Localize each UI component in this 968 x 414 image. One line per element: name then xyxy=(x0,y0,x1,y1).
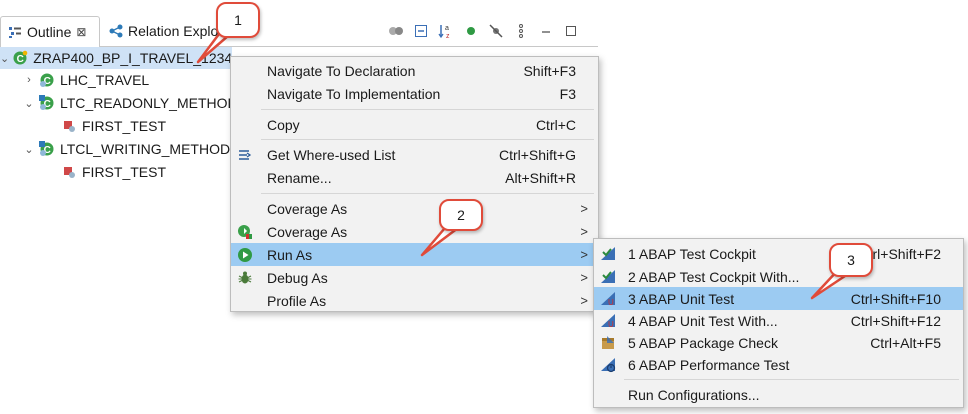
link-icon[interactable] xyxy=(387,22,405,40)
tree-row-first-test-2[interactable]: FIRST_TEST xyxy=(44,161,166,183)
run-icon xyxy=(237,247,253,263)
outline-icon xyxy=(7,24,23,40)
callout-3: 3 xyxy=(829,243,873,277)
hide-fields-icon[interactable] xyxy=(487,22,505,40)
chevron-down-icon[interactable]: ⌄ xyxy=(22,97,36,110)
sort-az-icon[interactable]: az xyxy=(437,22,455,40)
filter-dot-icon[interactable] xyxy=(462,22,480,40)
chevron-right-icon: > xyxy=(580,247,588,262)
tree-row-ltcl-writing[interactable]: ⌄ C LTCL_WRITING_METHODS xyxy=(0,138,239,160)
chevron-right-icon: > xyxy=(580,224,588,239)
svg-text:a: a xyxy=(445,25,449,32)
performance-test-icon xyxy=(600,357,616,373)
package-check-icon xyxy=(600,335,616,351)
maximize-icon[interactable] xyxy=(562,22,580,40)
chevron-down-icon[interactable]: ⌄ xyxy=(22,143,36,156)
coverage-icon xyxy=(237,224,253,240)
menu-item-run-as[interactable]: Run As > xyxy=(231,243,598,266)
context-menu: Navigate To Declaration Shift+F3 Navigat… xyxy=(230,56,599,312)
tree-row-lhc-travel[interactable]: › C LHC_TRAVEL xyxy=(22,69,149,91)
test-class-icon: C xyxy=(39,95,55,111)
tree-row-label: LTC_READONLY_METHODS xyxy=(60,95,247,111)
submenu-item-atc-with[interactable]: 2 ABAP Test Cockpit With... xyxy=(594,265,963,288)
method-icon xyxy=(61,118,77,134)
svg-text:z: z xyxy=(446,33,450,39)
submenu-item-package-check[interactable]: 5 ABAP Package Check Ctrl+Alt+F5 xyxy=(594,331,963,354)
minimize-icon[interactable] xyxy=(537,22,555,40)
abap-test-cockpit-icon xyxy=(600,246,616,262)
menu-item-where-used[interactable]: Get Where-used List Ctrl+Shift+G xyxy=(231,143,598,166)
chevron-right-icon: > xyxy=(580,293,588,308)
tree-row-label: FIRST_TEST xyxy=(82,164,167,180)
submenu-item-abap-unit-test-with[interactable]: U 4 ABAP Unit Test With... Ctrl+Shift+F1… xyxy=(594,309,963,332)
tree-row-label: LTCL_WRITING_METHODS xyxy=(60,141,240,157)
submenu-item-performance-test[interactable]: 6 ABAP Performance Test xyxy=(594,353,963,376)
menu-item-navigate-implementation[interactable]: Navigate To Implementation F3 xyxy=(231,82,598,105)
submenu-item-atc[interactable]: 1 ABAP Test Cockpit Ctrl+Shift+F2 xyxy=(594,242,963,265)
chevron-down-icon[interactable]: ⌄ xyxy=(0,52,9,65)
menu-item-profile-as[interactable]: Profile As > xyxy=(231,289,598,312)
menu-item-copy[interactable]: Copy Ctrl+C xyxy=(231,113,598,136)
tree-row-label: LHC_TRAVEL xyxy=(60,72,150,88)
local-class-icon: C xyxy=(39,72,55,88)
menu-separator xyxy=(261,109,594,110)
tab-outline-label: Outline xyxy=(27,24,72,40)
menu-separator xyxy=(261,139,594,140)
tree-row-label: ZRAP400_BP_I_TRAVEL_1234 xyxy=(33,50,233,66)
view-tab-bar: Outline ⊠ Relation Explorer az xyxy=(0,16,598,47)
chevron-right-icon[interactable]: › xyxy=(22,74,36,86)
method-icon xyxy=(61,164,77,180)
abap-test-cockpit-icon xyxy=(600,269,616,285)
debug-bug-icon xyxy=(237,270,253,286)
abap-unit-icon: U xyxy=(600,313,616,329)
tree-row-label: FIRST_TEST xyxy=(82,118,167,134)
svg-text:C: C xyxy=(17,54,24,65)
close-icon[interactable]: ⊠ xyxy=(76,25,86,39)
chevron-right-icon: > xyxy=(580,201,588,216)
view-toolbar: az xyxy=(387,20,580,42)
menu-item-rename[interactable]: Rename... Alt+Shift+R xyxy=(231,166,598,189)
menu-item-coverage-as-2[interactable]: Coverage As > xyxy=(231,220,598,243)
tree-row-first-test-1[interactable]: FIRST_TEST xyxy=(44,115,166,137)
chevron-right-icon: > xyxy=(580,270,588,285)
test-class-icon: C xyxy=(39,141,55,157)
class-icon: C xyxy=(12,50,28,66)
submenu-item-abap-unit-test[interactable]: U 3 ABAP Unit Test Ctrl+Shift+F10 xyxy=(594,287,963,310)
menu-item-debug-as[interactable]: Debug As > xyxy=(231,266,598,289)
menu-separator xyxy=(624,379,959,380)
where-used-icon xyxy=(237,147,253,163)
menu-item-navigate-declaration[interactable]: Navigate To Declaration Shift+F3 xyxy=(231,59,598,82)
tree-row-root[interactable]: ⌄ C ZRAP400_BP_I_TRAVEL_1234 xyxy=(0,47,232,69)
callout-2: 2 xyxy=(439,199,483,231)
view-menu-icon[interactable] xyxy=(512,22,530,40)
relation-explorer-icon xyxy=(108,23,124,39)
menu-item-coverage-as-1[interactable]: Coverage As > xyxy=(231,197,598,220)
menu-separator xyxy=(261,193,594,194)
run-as-submenu: 1 ABAP Test Cockpit Ctrl+Shift+F2 2 ABAP… xyxy=(593,238,964,408)
svg-text:U: U xyxy=(608,298,614,307)
submenu-item-run-configurations[interactable]: Run Configurations... xyxy=(594,383,963,406)
tab-outline[interactable]: Outline ⊠ xyxy=(0,16,100,47)
svg-text:U: U xyxy=(608,320,614,329)
abap-unit-icon: U xyxy=(600,291,616,307)
collapse-all-icon[interactable] xyxy=(412,22,430,40)
callout-1: 1 xyxy=(216,2,260,38)
tree-row-ltc-readonly[interactable]: ⌄ C LTC_READONLY_METHODS xyxy=(22,92,247,114)
